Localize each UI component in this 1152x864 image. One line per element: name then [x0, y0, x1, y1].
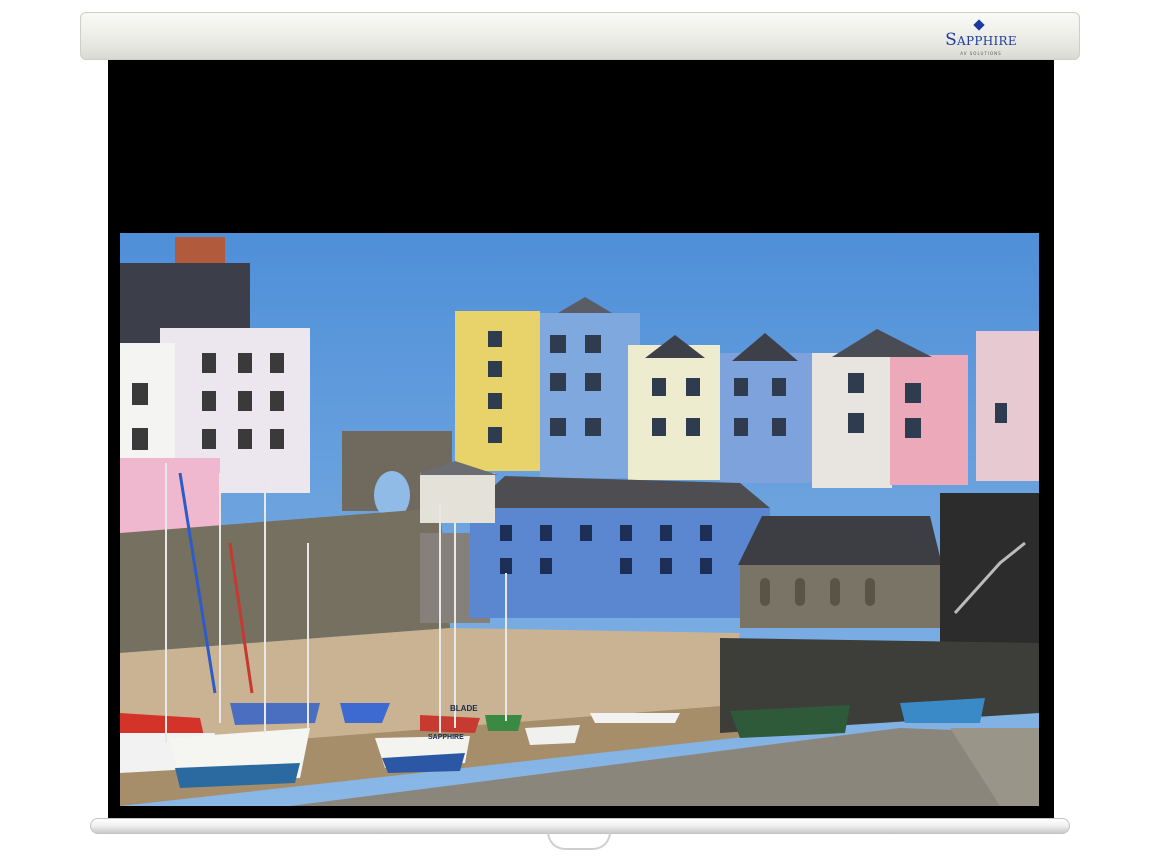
projection-surface: BLADE SAPPHIRE: [108, 60, 1054, 818]
pull-handle[interactable]: [547, 832, 611, 850]
brand-logo: Sapphire AV SOLUTIONS: [941, 19, 1021, 56]
projector-screen-housing: Sapphire AV SOLUTIONS: [80, 12, 1080, 60]
diamond-icon: [973, 19, 985, 31]
brand-tagline: AV SOLUTIONS: [960, 51, 1002, 56]
brand-name: Sapphire: [945, 30, 1017, 50]
boat-label-blade: BLADE: [450, 704, 478, 713]
boat-label-sapphire: SAPPHIRE: [428, 734, 464, 741]
harbour-photo: BLADE SAPPHIRE: [120, 233, 1039, 806]
